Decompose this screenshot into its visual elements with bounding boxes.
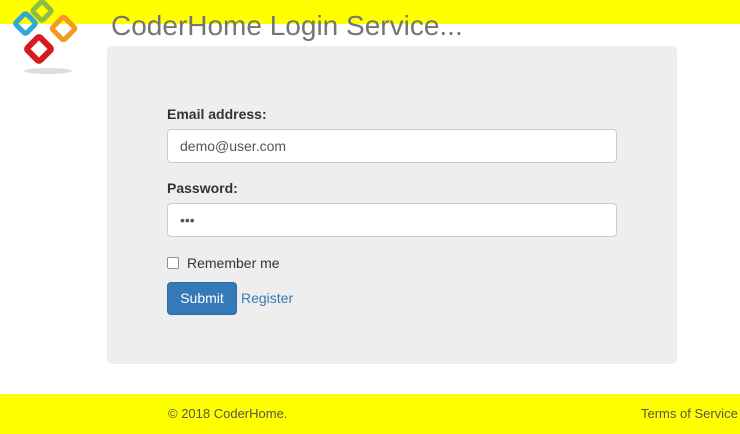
terms-of-service-link[interactable]: Terms of Service: [641, 406, 738, 422]
remember-me-checkbox[interactable]: [167, 257, 179, 269]
page-title: CoderHome Login Service...: [111, 10, 463, 41]
register-link[interactable]: Register: [241, 290, 293, 307]
remember-me-row[interactable]: Remember me: [167, 254, 280, 272]
coderhome-logo-icon: [13, 0, 78, 74]
submit-button[interactable]: Submit: [167, 282, 237, 315]
copyright-text: © 2018 CoderHome.: [168, 406, 288, 421]
password-field[interactable]: [167, 203, 617, 237]
footer: © 2018 CoderHome. Terms of Service: [0, 394, 740, 434]
email-field[interactable]: [167, 129, 617, 163]
remember-me-label[interactable]: Remember me: [187, 255, 280, 271]
login-panel: Email address: Password: Remember me Sub…: [107, 46, 677, 364]
email-label: Email address:: [167, 106, 267, 122]
password-label: Password:: [167, 180, 238, 196]
